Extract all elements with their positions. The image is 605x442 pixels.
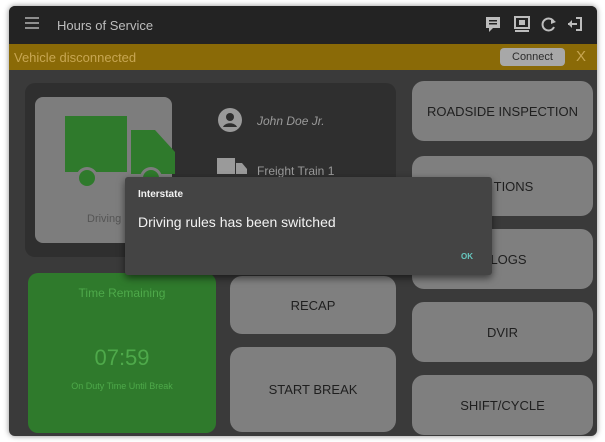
- menu-icon[interactable]: [25, 17, 39, 29]
- dialog-message: Driving rules has been switched: [138, 214, 336, 230]
- roadside-inspection-button[interactable]: ROADSIDE INSPECTION: [412, 81, 593, 141]
- driver-name: John Doe Jr.: [257, 114, 325, 128]
- connect-button[interactable]: Connect: [500, 48, 565, 66]
- time-remaining-label: Time Remaining: [78, 286, 166, 300]
- recap-button[interactable]: RECAP: [230, 276, 396, 334]
- dvir-button[interactable]: DVIR: [412, 302, 593, 362]
- rules-switched-dialog: Interstate Driving rules has been switch…: [125, 177, 492, 275]
- vehicle-status-bar: Vehicle disconnected Connect X: [9, 44, 597, 70]
- logout-icon[interactable]: [565, 14, 585, 34]
- message-icon[interactable]: [483, 14, 503, 34]
- refresh-icon[interactable]: [539, 14, 559, 34]
- top-app-bar: Hours of Service: [9, 6, 597, 44]
- vehicle-status-text: Vehicle disconnected: [14, 50, 137, 65]
- vehicle-name: Freight Train 1: [257, 164, 335, 178]
- time-remaining-value: 07:59: [94, 345, 150, 370]
- duty-status-label: Driving: [87, 213, 122, 225]
- logs-button-label: LOGS: [490, 251, 527, 267]
- dismiss-status-button[interactable]: X: [576, 48, 586, 65]
- dialog-title: Interstate: [138, 189, 184, 200]
- shift-cycle-button[interactable]: SHIFT/CYCLE: [412, 375, 593, 435]
- time-remaining-panel: Time Remaining 07:59 On Duty Time Until …: [28, 273, 216, 433]
- export-icon[interactable]: [512, 14, 532, 34]
- user-icon: [218, 108, 242, 132]
- start-break-button[interactable]: START BREAK: [230, 347, 396, 432]
- dialog-ok-button[interactable]: OK: [461, 252, 473, 261]
- time-remaining-sublabel: On Duty Time Until Break: [71, 381, 173, 391]
- app-title: Hours of Service: [57, 18, 154, 33]
- app-window: Hours of Service Vehicle disconnected Co…: [9, 6, 597, 436]
- violations-button-label: TIONS: [493, 178, 534, 194]
